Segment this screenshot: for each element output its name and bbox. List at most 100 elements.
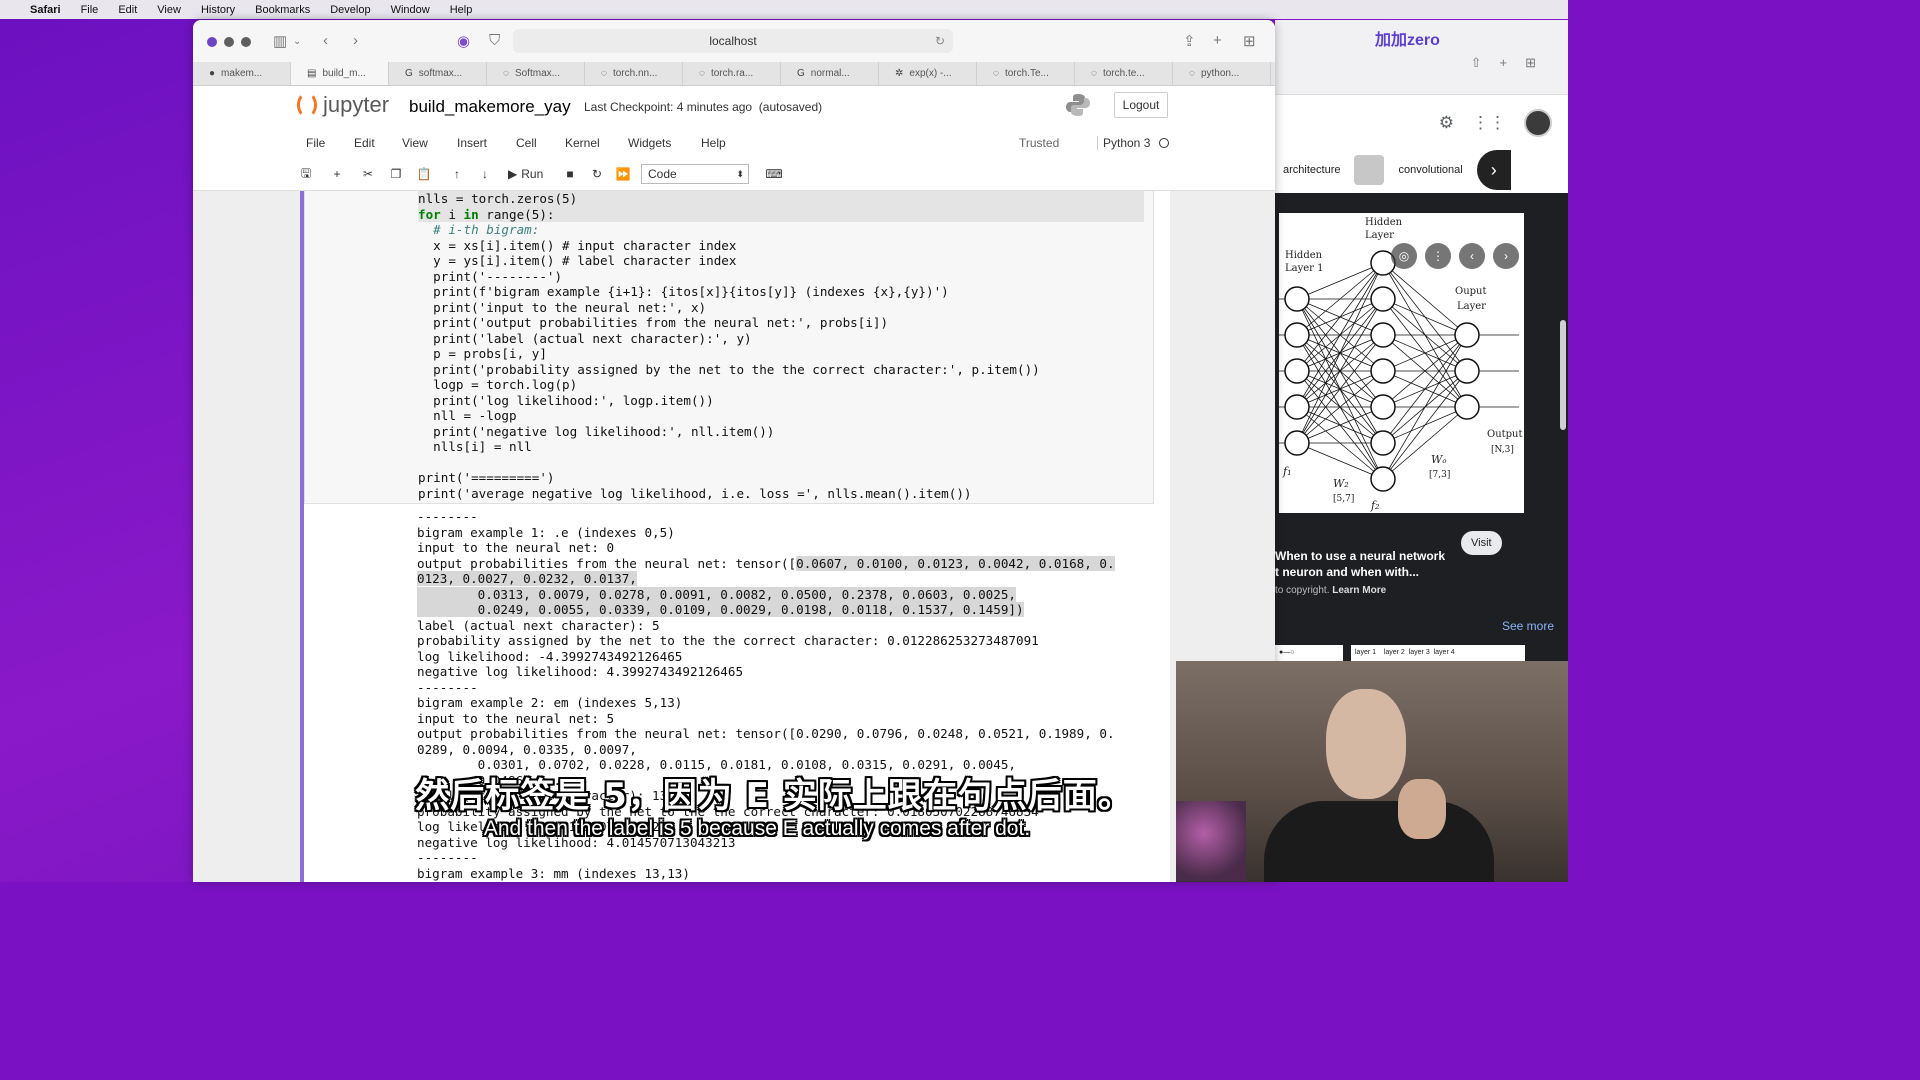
tab-softmax[interactable]: ◌ Softmax...	[487, 62, 585, 85]
chip-convolutional[interactable]: convolutional	[1398, 164, 1462, 176]
output-line: 0123, 0.0027, 0.0232, 0.0137,	[417, 571, 637, 586]
tab-bar: ● makem... ▤ build_m... Gsoftmax... ◌ Softm…	[193, 62, 1275, 86]
keyboard-icon[interactable]: ⌨	[763, 164, 785, 184]
visit-button[interactable]: Visit	[1461, 531, 1502, 555]
chevron-right-icon[interactable]: ›	[1476, 150, 1511, 190]
jupyter-menu-help[interactable]: Help	[701, 136, 726, 150]
cell-input-area[interactable]: nlls = torch.zeros(5) for i in range(5):…	[304, 191, 1154, 504]
page-icon: ◌	[503, 68, 509, 79]
tab-label: torch.ra...	[710, 68, 754, 79]
sidebar-icon[interactable]: ▥	[273, 32, 287, 50]
settings-gear-icon[interactable]: ⚙	[1439, 113, 1454, 133]
stop-square-icon[interactable]: ■	[559, 164, 581, 184]
code-editor[interactable]: nlls = torch.zeros(5) for i in range(5):…	[418, 191, 1144, 501]
menu-help[interactable]: Help	[450, 4, 473, 16]
chevron-down-icon[interactable]: ⌄	[293, 36, 301, 47]
tab-makemore[interactable]: ● makem...	[193, 62, 291, 85]
jupyter-menu-cell[interactable]: Cell	[516, 136, 537, 150]
insert-cell-plus-icon[interactable]: +	[326, 164, 348, 184]
logout-button[interactable]: Logout	[1114, 92, 1168, 118]
jupyter-menu-file[interactable]: File	[306, 136, 325, 150]
menu-edit[interactable]: Edit	[118, 4, 137, 16]
jupyter-logo[interactable]: jupyter	[297, 92, 389, 118]
paste-icon[interactable]: 📋	[413, 164, 435, 184]
f2-label: f₂	[1370, 499, 1379, 512]
tab-normal[interactable]: Gnormal...	[781, 62, 879, 85]
shield-icon[interactable]: ⛉	[489, 32, 500, 49]
tab-label: exp(x) -...	[909, 68, 952, 79]
copy-icon[interactable]: ❐	[385, 164, 407, 184]
move-up-arrow-icon[interactable]: ↑	[446, 164, 468, 184]
back-arrow-icon[interactable]: ‹	[323, 32, 328, 49]
learn-more-link[interactable]: Learn More	[1332, 585, 1386, 596]
zoom-window-button[interactable]	[241, 37, 251, 47]
code-line: print('label (actual next character):', …	[418, 330, 752, 346]
url-text: localhost	[709, 34, 757, 48]
menu-file[interactable]: File	[81, 4, 99, 16]
image-result-title[interactable]: When to use a neural network t neuron an…	[1275, 548, 1455, 580]
tab-label: Softmax...	[514, 68, 560, 79]
menu-window[interactable]: Window	[391, 4, 430, 16]
code-line: nll = -logp	[418, 408, 517, 423]
safari-toolbar: ▥ ⌄ ‹ › ◉ ⛉ localhost ↻ ⇪ + ⊞	[193, 20, 1275, 62]
jupyter-menu-edit[interactable]: Edit	[354, 136, 375, 150]
menu-history[interactable]: History	[201, 4, 235, 16]
menu-develop[interactable]: Develop	[330, 4, 370, 16]
tab-exp[interactable]: ✲ exp(x) -...	[879, 62, 977, 85]
menu-view[interactable]: View	[157, 4, 181, 16]
tab-overview-icon[interactable]: ⊞	[1243, 32, 1256, 50]
next-arrow-icon[interactable]: ›	[1493, 243, 1519, 269]
tab-softmax-google[interactable]: Gsoftmax...	[389, 62, 487, 85]
scrollbar[interactable]	[1560, 320, 1566, 430]
previous-arrow-icon[interactable]: ‹	[1459, 243, 1485, 269]
cell-type-select[interactable]: Code ⬍	[641, 164, 749, 184]
background-browser-window[interactable]: 加加zero ⇧+⊞ ⚙ ⋮⋮ architecture convolution…	[1275, 20, 1568, 680]
see-more-link[interactable]: See more	[1502, 619, 1554, 633]
tab-torch-ra[interactable]: ◌ torch.ra...	[683, 62, 781, 85]
share-icon[interactable]: ⇪	[1183, 32, 1196, 50]
wo-shape-label: [7,3]	[1429, 470, 1450, 480]
lens-icon[interactable]: ◎	[1391, 243, 1417, 269]
avatar[interactable]	[1524, 108, 1552, 137]
save-icon[interactable]: 🖫	[295, 164, 317, 184]
reload-icon[interactable]: ↻	[935, 34, 945, 48]
run-button[interactable]: ▶ Run	[508, 164, 543, 184]
page-icon: ◌	[601, 68, 607, 79]
trusted-indicator[interactable]: Trusted	[1019, 136, 1059, 150]
tab-torch-te-2[interactable]: ◌ torch.te...	[1075, 62, 1173, 85]
menu-bookmarks[interactable]: Bookmarks	[255, 4, 310, 16]
new-tab-icon[interactable]: +	[1213, 32, 1222, 49]
tab-build-makemore[interactable]: ▤ build_m...	[291, 62, 389, 85]
code-line: nlls = torch.zeros(5)	[418, 191, 1144, 207]
chip-architecture[interactable]: architecture	[1283, 164, 1340, 176]
tab-torch-nn[interactable]: ◌ torch.nn...	[585, 62, 683, 85]
jupyter-menu-insert[interactable]: Insert	[457, 136, 487, 150]
notebook-name[interactable]: build_makemore_yay	[409, 97, 571, 117]
tab-label: build_m...	[322, 68, 366, 79]
forward-arrow-icon[interactable]: ›	[353, 32, 358, 49]
more-options-icon[interactable]: ⋮	[1425, 243, 1451, 269]
kernel-name[interactable]: Python 3	[1097, 136, 1150, 150]
tab-torch-te-1[interactable]: ◌ torch.Te...	[977, 62, 1075, 85]
tab-python[interactable]: ◌ python...	[1173, 62, 1271, 85]
jupyter-menu-widgets[interactable]: Widgets	[628, 136, 671, 150]
w2-shape-label: [5,7]	[1333, 494, 1354, 504]
move-down-arrow-icon[interactable]: ↓	[474, 164, 496, 184]
jupyter-menu-view[interactable]: View	[402, 136, 428, 150]
address-bar[interactable]: localhost ↻	[513, 29, 953, 53]
jupyter-menu-kernel[interactable]: Kernel	[565, 136, 600, 150]
close-window-button[interactable]	[207, 37, 217, 47]
page-icon: ◌	[993, 68, 999, 79]
restart-run-all-icon[interactable]: ⏩	[612, 164, 634, 184]
minimize-window-button[interactable]	[224, 37, 234, 47]
restart-icon[interactable]: ↻	[586, 164, 608, 184]
nn-node	[1370, 466, 1396, 492]
extension-icon[interactable]: ◉	[457, 32, 470, 50]
cut-scissors-icon[interactable]: ✂	[357, 164, 379, 184]
wo-label: Wₒ	[1431, 453, 1447, 466]
jupyter-menu-bar: File Edit View Insert Cell Kernel Widget…	[193, 128, 1275, 158]
menu-safari[interactable]: Safari	[30, 4, 61, 16]
neural-network-diagram-image[interactable]: Hidden Layer 1 Hidden Layer Ouput Layer …	[1279, 213, 1524, 513]
apps-grid-icon[interactable]: ⋮⋮	[1472, 113, 1506, 133]
window-icons: ⇧+⊞	[1470, 55, 1554, 70]
